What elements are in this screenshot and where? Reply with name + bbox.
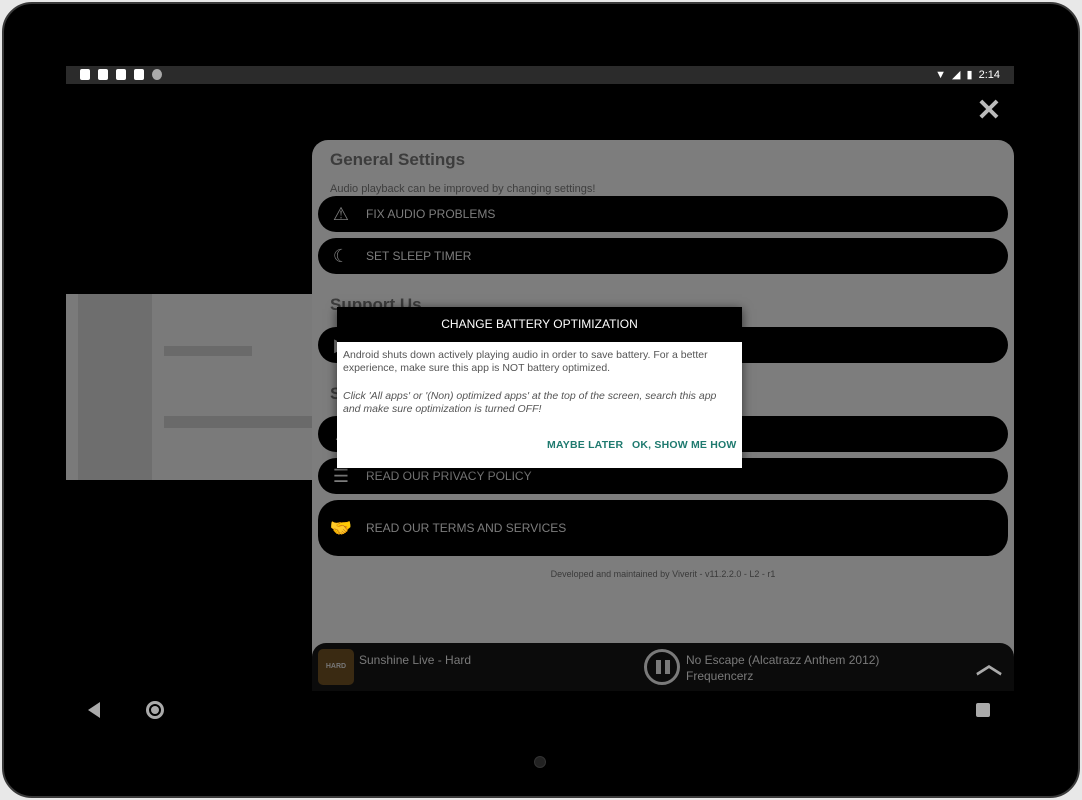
close-icon[interactable]: ✕ [976,96,1002,126]
battery-icon: ▮ [966,69,973,81]
back-icon[interactable] [88,702,100,718]
wifi-icon: ▼ [935,68,947,81]
privacy-policy-label: READ OUR PRIVACY POLICY [366,469,532,483]
terms-button[interactable]: 🤝 READ OUR TERMS AND SERVICES [318,500,1008,556]
dialog-instructions: Click 'All apps' or '(Non) optimized app… [343,390,717,415]
developer-footer: Developed and maintained by Viverit - v1… [550,569,776,579]
show-me-how-button[interactable]: OK, SHOW ME HOW [632,439,737,451]
general-settings-subtitle: Audio playback can be improved by changi… [330,183,596,195]
sleep-timer-label: SET SLEEP TIMER [366,249,472,263]
now-playing-title: No Escape (Alcatrazz Anthem 2012) [686,653,880,667]
fix-audio-button[interactable]: ⚠ FIX AUDIO PROBLEMS [318,196,1008,232]
sd-card-icon [134,69,144,80]
nav-bar [66,691,1014,732]
status-time: 2:14 [978,68,1000,81]
system-icons: ▼ ◢ ▮ 2:14 [935,68,1000,82]
dialog-title: CHANGE BATTERY OPTIMIZATION [337,307,742,342]
camera-dot [534,756,546,768]
mini-player[interactable]: HARD Sunshine Live - Hard No Escape (Alc… [312,643,1014,691]
notification-icon [116,69,126,80]
sleep-timer-button[interactable]: ☾ SET SLEEP TIMER [318,238,1008,274]
notification-icon [80,69,90,80]
sleep-moon-icon: ☾ [332,246,350,266]
chevron-up-icon[interactable]: ︿ [974,649,1004,679]
home-icon[interactable] [146,701,164,719]
fix-audio-label: FIX AUDIO PROBLEMS [366,207,496,221]
recent-apps-icon[interactable] [976,703,990,717]
warning-icon: ⚠ [332,204,350,224]
terms-label: READ OUR TERMS AND SERVICES [366,521,567,535]
notification-icon [98,69,108,80]
station-name: Sunshine Live - Hard [359,653,472,667]
pause-button[interactable] [644,649,680,685]
record-icon [152,69,162,80]
now-playing-artist: Frequencerz [686,669,754,683]
maybe-later-button[interactable]: MAYBE LATER [547,439,623,451]
thumbnail-bar [164,416,312,428]
handshake-icon: 🤝 [329,518,353,538]
thumbnail-bar [164,346,252,356]
notification-icons [80,69,162,80]
screen: ▼ ◢ ▮ 2:14 ✕ General Settings Audio play… [66,66,1014,732]
album-art: HARD [318,649,354,685]
background-thumbnail [66,294,312,480]
battery-dialog: CHANGE BATTERY OPTIMIZATION Android shut… [337,307,742,468]
dialog-message: Android shuts down actively playing audi… [343,349,708,374]
status-bar: ▼ ◢ ▮ 2:14 [66,66,1014,84]
general-settings-title: General Settings [330,150,466,169]
signal-icon: ◢ [952,69,961,81]
thumbnail-strip [78,294,152,480]
